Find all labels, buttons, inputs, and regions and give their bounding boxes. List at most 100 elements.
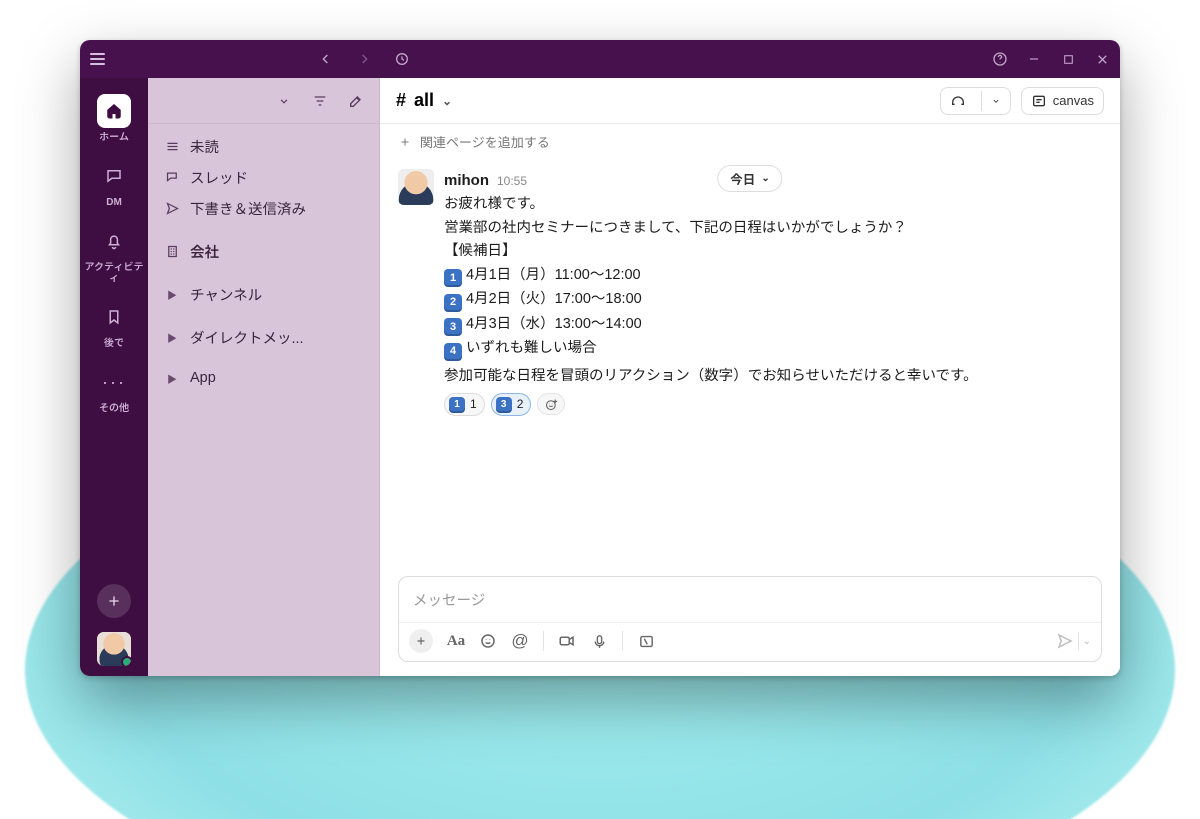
sidebar-label: 会社 — [190, 241, 219, 262]
rail-later[interactable]: 後で — [84, 294, 144, 355]
sidebar-item-threads[interactable]: スレッド — [154, 163, 373, 192]
rail-dm[interactable]: DM — [84, 153, 144, 214]
rail-more[interactable]: ··· その他 — [84, 359, 144, 420]
composer-toolbar: Aa @ ⌄ — [399, 622, 1101, 661]
window-maximize-icon[interactable] — [1060, 51, 1076, 67]
channel-name-label: all — [414, 90, 434, 111]
keycap-3-icon: 3 — [444, 318, 462, 336]
add-related-page[interactable]: 関連ページを追加する — [380, 124, 1120, 159]
rail-home-label: ホーム — [99, 132, 129, 143]
message-username[interactable]: mihon — [444, 169, 489, 192]
history-icon[interactable] — [394, 51, 410, 67]
message-avatar[interactable] — [398, 169, 434, 205]
message: mihon 10:55 お疲れ様です。 営業部の社内セミナーにつきまして、下記の… — [380, 163, 1120, 420]
sidebar-item-drafts[interactable]: 下書き＆送信済み — [154, 194, 373, 223]
rail-later-label: 後で — [104, 338, 124, 349]
date-divider[interactable]: 今日 ⌄ — [717, 165, 782, 192]
video-button[interactable] — [558, 632, 576, 650]
send-options-button[interactable]: ⌄ — [1083, 636, 1091, 647]
composer-input[interactable]: メッセージ — [399, 577, 1101, 622]
filter-icon[interactable] — [311, 92, 329, 110]
format-button[interactable]: Aa — [447, 632, 465, 650]
more-icon: ··· — [97, 365, 131, 399]
message-list: 今日 ⌄ mihon 10:55 お疲れ様です。 営業部の社 — [380, 159, 1120, 576]
caret-icon: ▶ — [164, 287, 180, 303]
message-composer: メッセージ Aa @ — [398, 576, 1102, 662]
separator — [543, 631, 544, 651]
sidebar-header — [148, 78, 379, 124]
rail-home[interactable]: ホーム — [84, 88, 144, 149]
user-avatar[interactable] — [97, 632, 131, 666]
rail-add-button[interactable] — [97, 584, 131, 618]
app-window: ホーム DM アクティビティ 後で ··· その他 — [80, 40, 1120, 676]
attach-button[interactable] — [409, 629, 433, 653]
canvas-label: canvas — [1053, 93, 1094, 108]
menu-icon[interactable] — [90, 53, 105, 65]
message-line: いずれも難しい場合 — [466, 340, 597, 356]
sidebar-item-unread[interactable]: 未読 — [154, 132, 373, 161]
nav-forward-icon — [356, 51, 372, 67]
home-icon — [97, 94, 131, 128]
sidebar-label: App — [190, 370, 216, 386]
message-body: お疲れ様です。 営業部の社内セミナーにつきまして、下記の日程はいかがでしょうか？… — [444, 193, 1102, 387]
sidebar-section-apps[interactable]: ▶ App — [154, 366, 373, 390]
shortcuts-button[interactable] — [637, 632, 655, 650]
help-icon[interactable] — [992, 51, 1008, 67]
reaction-1[interactable]: 1 1 — [444, 393, 485, 416]
sidebar-section-dms[interactable]: ▶ ダイレクトメッ... — [154, 323, 373, 352]
channel-view: # all ⌄ canvas 関連ページ — [380, 78, 1120, 676]
message-line: 4月1日（月）11:00〜12:00 — [466, 267, 641, 283]
nav-back-icon[interactable] — [318, 51, 334, 67]
nav-rail: ホーム DM アクティビティ 後で ··· その他 — [80, 78, 148, 676]
window-minimize-icon[interactable] — [1026, 51, 1042, 67]
reaction-count: 2 — [517, 395, 524, 414]
hash-icon: # — [396, 90, 406, 111]
bell-icon — [97, 224, 131, 258]
sidebar-section-channels[interactable]: ▶ チャンネル — [154, 280, 373, 309]
window-close-icon[interactable] — [1094, 51, 1110, 67]
rail-activity[interactable]: アクティビティ — [84, 218, 144, 290]
sidebar-label: 下書き＆送信済み — [190, 198, 306, 219]
message-line: お疲れ様です。 — [444, 193, 1102, 215]
emoji-button[interactable] — [479, 632, 497, 650]
keycap-2-icon: 2 — [444, 294, 462, 312]
sidebar-label: チャンネル — [190, 284, 262, 305]
rail-more-label: その他 — [99, 403, 129, 414]
keycap-1-icon: 1 — [444, 269, 462, 287]
sidebar-section-company[interactable]: 会社 — [154, 237, 373, 266]
caret-icon: ▶ — [164, 330, 180, 346]
send-button[interactable] — [1056, 632, 1074, 650]
drafts-icon — [164, 201, 180, 217]
channel-name-button[interactable]: # all ⌄ — [396, 90, 452, 111]
separator — [1078, 632, 1079, 650]
rail-dm-label: DM — [106, 197, 122, 208]
keycap-3-icon: 3 — [496, 397, 512, 413]
plus-icon — [398, 135, 412, 149]
keycap-1-icon: 1 — [449, 397, 465, 413]
unread-icon — [164, 139, 180, 155]
workspace-switcher-icon[interactable] — [275, 92, 293, 110]
separator — [622, 631, 623, 651]
sidebar-label: スレッド — [190, 167, 248, 188]
message-line: 【候補日】 — [444, 240, 1102, 262]
message-line: 4月2日（火）17:00〜18:00 — [466, 291, 642, 307]
add-reaction-button[interactable] — [537, 393, 565, 415]
reaction-count: 1 — [470, 395, 477, 414]
chevron-down-icon: ⌄ — [761, 173, 769, 184]
compose-icon[interactable] — [347, 92, 365, 110]
reaction-3[interactable]: 3 2 — [491, 393, 532, 416]
message-line: 4月3日（水）13:00〜14:00 — [466, 316, 642, 332]
add-related-label: 関連ページを追加する — [420, 132, 550, 151]
threads-icon — [164, 170, 180, 186]
canvas-button[interactable]: canvas — [1021, 87, 1104, 115]
mention-button[interactable]: @ — [511, 632, 529, 650]
keycap-4-icon: 4 — [444, 343, 462, 361]
channel-header: # all ⌄ canvas — [380, 78, 1120, 124]
huddle-button[interactable] — [940, 87, 1011, 115]
message-timestamp: 10:55 — [497, 172, 527, 191]
sidebar-label: 未読 — [190, 136, 219, 157]
date-label: 今日 — [730, 169, 755, 188]
sidebar: 未読 スレッド 下書き＆送信済み 会社 — [148, 78, 380, 676]
audio-button[interactable] — [590, 632, 608, 650]
bookmark-icon — [97, 300, 131, 334]
